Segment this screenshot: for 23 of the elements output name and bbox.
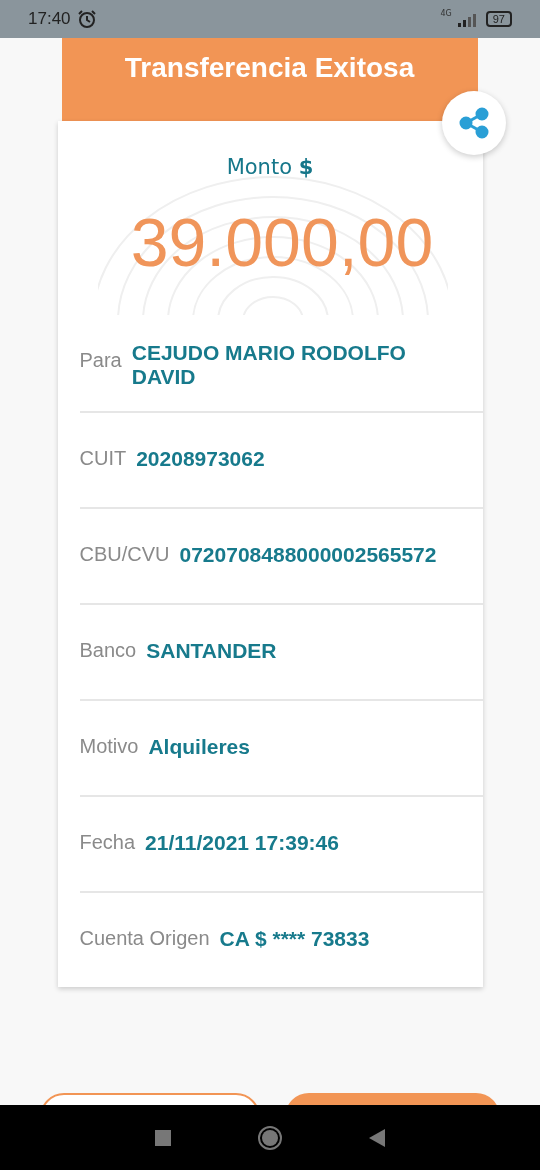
amount-value: 39.000,00 (130, 203, 434, 281)
detail-label: CUIT (79, 446, 127, 470)
network-type: 4G (440, 9, 452, 18)
detail-label: CBU/CVU (79, 542, 170, 566)
detail-value: SANTANDER (146, 638, 277, 663)
detail-label: Para (79, 348, 122, 372)
battery-level: 97 (485, 11, 512, 27)
detail-value: 0720708488000002565572 (179, 542, 437, 567)
detail-value: 20208973062 (136, 446, 265, 471)
header-banner: Transferencia Exitosa (61, 38, 478, 121)
alarm-icon (76, 9, 97, 29)
detail-value: CEJUDO MARIO RODOLFO DAVID (131, 341, 407, 389)
detail-value: CA $ **** 73833 (219, 926, 370, 951)
home-icon[interactable] (257, 1124, 283, 1151)
detail-label: Cuenta Origen (79, 926, 210, 950)
clock-time: 17:40 (28, 9, 71, 29)
detail-label: Motivo (79, 734, 139, 758)
detail-label: Banco (79, 638, 137, 662)
detail-value: Alquileres (148, 734, 250, 759)
detail-value: 21/11/2021 17:39:46 (145, 830, 339, 855)
amount-label: Monto $ (226, 155, 314, 179)
share-icon (457, 107, 490, 139)
detail-label: Fecha (79, 830, 136, 854)
